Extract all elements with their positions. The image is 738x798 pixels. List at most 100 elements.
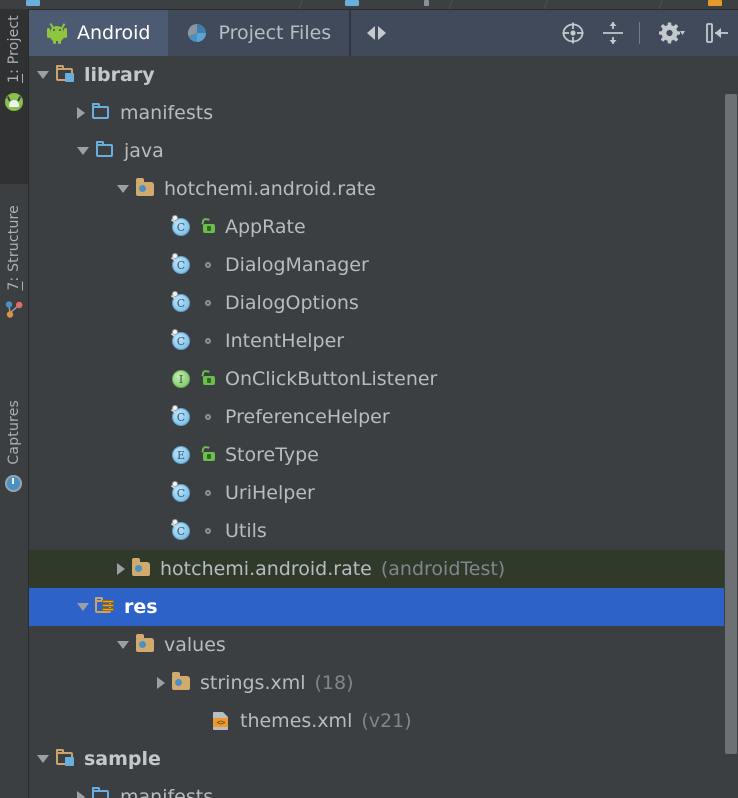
- tree-row-Utils[interactable]: C Utils: [29, 512, 738, 550]
- tree-row-java[interactable]: java: [29, 132, 738, 170]
- tree-row-res[interactable]: res: [29, 588, 738, 626]
- tree-row-sample[interactable]: sample: [29, 740, 738, 778]
- tree-row-label: hotchemi.android.rate: [160, 557, 372, 580]
- tree-row-suffix: (18): [314, 672, 354, 694]
- tool-window-rail: 1: Project 7: Structure Captures: [0, 9, 29, 798]
- tree-row-label: values: [164, 633, 226, 656]
- twisty-collapsed-icon[interactable]: [117, 563, 125, 575]
- java-class-icon: C: [171, 291, 193, 313]
- package-folder-icon: [135, 178, 157, 199]
- tab-android[interactable]: Android: [29, 10, 169, 56]
- top-cutoff-strip: [0, 0, 738, 10]
- tab-project-files-label: Project Files: [218, 22, 332, 44]
- tree-row-library[interactable]: library: [29, 56, 738, 94]
- tree-row-StoreType[interactable]: E StoreType: [29, 436, 738, 474]
- tree-row-label: manifests: [120, 101, 214, 124]
- tab-android-label: Android: [77, 22, 151, 44]
- scroll-from-source-button[interactable]: [553, 10, 593, 56]
- tree-row-pkg-main[interactable]: hotchemi.android.rate: [29, 170, 738, 208]
- tree-row-label: strings.xml: [200, 671, 306, 694]
- tree-row-label: AppRate: [225, 215, 306, 238]
- tree-row-strings-xml[interactable]: strings.xml (18): [29, 664, 738, 702]
- twisty-expanded-icon[interactable]: [77, 603, 89, 611]
- tree-row-label: library: [84, 63, 155, 86]
- project-tree[interactable]: library manifests java hotchemi.android.rat…: [29, 56, 738, 798]
- twisty-expanded-icon[interactable]: [77, 147, 89, 155]
- public-unlocked-icon: [200, 445, 219, 465]
- tree-row-IntentHelper[interactable]: C IntentHelper: [29, 322, 738, 360]
- package-private-icon: [200, 483, 219, 503]
- tree-row-pkg-androidtest[interactable]: hotchemi.android.rate (androidTest): [29, 550, 738, 588]
- tree-row-UriHelper[interactable]: C UriHelper: [29, 474, 738, 512]
- blue-folder-icon: [91, 787, 113, 798]
- tree-row-label: hotchemi.android.rate: [164, 177, 376, 200]
- tree-row-manifests[interactable]: manifests: [29, 94, 738, 132]
- captures-clock-icon: [3, 473, 25, 495]
- tab-project-files[interactable]: Project Files: [168, 10, 349, 56]
- package-folder-icon: [131, 558, 153, 579]
- java-class-icon: C: [171, 481, 193, 503]
- java-class-icon: C: [171, 405, 193, 427]
- rail-tab-project-label: 1: Project: [6, 15, 22, 83]
- package-folder-icon: [135, 634, 157, 655]
- tree-row-label: PreferenceHelper: [225, 405, 390, 428]
- rail-tab-project[interactable]: 1: Project: [0, 9, 28, 184]
- android-studio-project-window: 1: Project 7: Structure Captures Android…: [0, 0, 738, 798]
- toolbar-divider: [639, 22, 640, 44]
- blue-folder-icon: [91, 103, 113, 123]
- java-class-icon: C: [171, 519, 193, 541]
- target-crosshair-icon: [562, 22, 584, 44]
- project-toolbar: Android Project Files: [29, 10, 738, 56]
- tree-row-OnClickButtonListener[interactable]: I OnClickButtonListener: [29, 360, 738, 398]
- twisty-expanded-icon[interactable]: [37, 71, 49, 79]
- tree-row-sample-manifests[interactable]: manifests: [29, 778, 738, 798]
- package-folder-icon: [171, 672, 193, 693]
- public-unlocked-icon: [200, 217, 219, 237]
- tree-row-label: UriHelper: [225, 481, 315, 504]
- tree-row-label: OnClickButtonListener: [225, 367, 438, 390]
- twisty-expanded-icon[interactable]: [117, 185, 129, 193]
- tree-row-label: res: [124, 595, 158, 618]
- tree-row-DialogManager[interactable]: C DialogManager: [29, 246, 738, 284]
- tree-row-label: themes.xml: [240, 709, 353, 732]
- package-private-icon: [200, 255, 219, 275]
- hide-panel-button[interactable]: [698, 10, 738, 56]
- rail-tab-captures[interactable]: Captures: [0, 394, 28, 559]
- java-class-icon: C: [171, 329, 193, 351]
- android-robot-icon: [47, 22, 67, 44]
- tree-row-AppRate[interactable]: C AppRate: [29, 208, 738, 246]
- gear-icon: [659, 22, 685, 44]
- tree-row-label: sample: [84, 747, 161, 770]
- java-class-icon: C: [171, 215, 193, 237]
- java-class-icon: C: [171, 253, 193, 275]
- res-folder-icon: [95, 597, 117, 617]
- tree-row-values[interactable]: values: [29, 626, 738, 664]
- xml-file-icon: <>: [211, 711, 233, 731]
- twisty-expanded-icon[interactable]: [37, 755, 49, 763]
- twisty-collapsed-icon[interactable]: [157, 677, 165, 689]
- tree-row-PreferenceHelper[interactable]: C PreferenceHelper: [29, 398, 738, 436]
- package-private-icon: [200, 331, 219, 351]
- collapse-all-button[interactable]: [593, 10, 633, 56]
- twisty-expanded-icon[interactable]: [117, 641, 129, 649]
- tree-row-suffix: (v21): [361, 710, 412, 732]
- tree-row-label: java: [124, 139, 164, 162]
- tree-row-label: manifests: [120, 785, 214, 798]
- settings-button[interactable]: [646, 10, 698, 56]
- tree-row-themes-xml[interactable]: <> themes.xml (v21): [29, 702, 738, 740]
- tree-row-label: DialogManager: [225, 253, 369, 276]
- tree-row-label: DialogOptions: [225, 291, 359, 314]
- twisty-collapsed-icon[interactable]: [77, 107, 85, 119]
- twisty-collapsed-icon[interactable]: [77, 791, 85, 798]
- vertical-scrollbar-track[interactable]: [724, 56, 738, 798]
- expand-collapse-arrows-button[interactable]: [351, 10, 403, 56]
- android-head-icon: [3, 91, 25, 113]
- rail-tab-structure-label: 7: Structure: [6, 205, 22, 291]
- tree-row-DialogOptions[interactable]: C DialogOptions: [29, 284, 738, 322]
- module-folder-icon: [55, 749, 77, 769]
- rail-tab-structure[interactable]: 7: Structure: [0, 199, 28, 369]
- vertical-scrollbar-thumb[interactable]: [725, 94, 737, 754]
- rail-tab-captures-label: Captures: [6, 400, 22, 465]
- public-unlocked-icon: [200, 369, 219, 389]
- package-private-icon: [200, 521, 219, 541]
